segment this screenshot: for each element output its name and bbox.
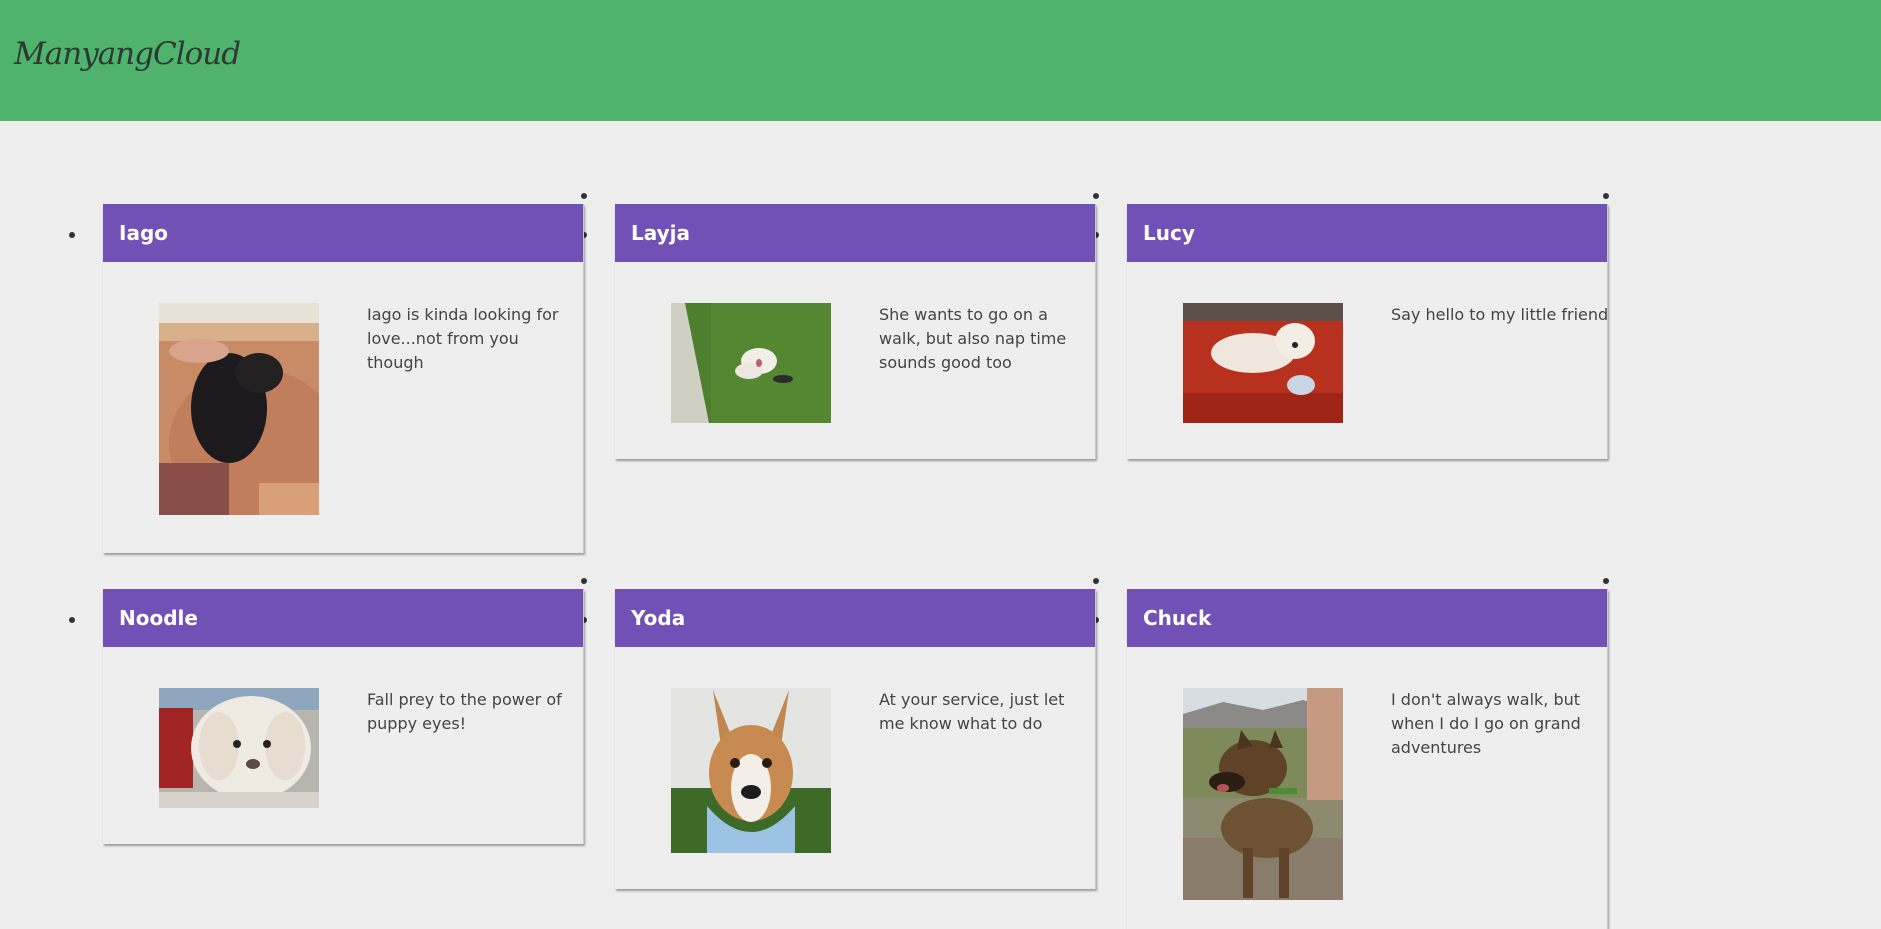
pet-card[interactable]: Chuck I don't always walk, but when I do… — [1127, 589, 1608, 929]
pet-name: Lucy — [1127, 204, 1607, 262]
pet-card[interactable]: Yoda At your service, just let me know w… — [615, 589, 1096, 889]
pet-card[interactable]: Iago Iago is kinda looking for love...no… — [103, 204, 584, 553]
list-bullet — [1093, 578, 1099, 584]
pet-card[interactable]: Lucy Say hello to my little friend — [1127, 204, 1608, 459]
pet-card[interactable]: Layja She wants to go on a walk, but als… — [615, 204, 1096, 459]
pet-description: Iago is kinda looking for love...not fro… — [367, 305, 559, 372]
list-bullet — [1603, 578, 1609, 584]
pet-name: Layja — [615, 204, 1095, 262]
pet-description: She wants to go on a walk, but also nap … — [879, 305, 1067, 372]
white-dog-on-red-rug-photo — [1183, 303, 1343, 423]
german-shepherd-outdoors-photo — [1183, 688, 1343, 900]
fluffy-white-dog-photo — [159, 688, 319, 808]
list-bullet — [1603, 193, 1609, 199]
pet-description: At your service, just let me know what t… — [879, 690, 1065, 733]
pet-name: Iago — [103, 204, 583, 262]
pet-name: Chuck — [1127, 589, 1607, 647]
pet-description: Say hello to my little friend — [1391, 305, 1609, 324]
pet-description: Fall prey to the power of puppy eyes! — [367, 690, 562, 733]
pet-card[interactable]: Noodle Fall prey to the power of puppy e… — [103, 589, 584, 844]
brand-logo[interactable]: ManyangCloud — [14, 36, 241, 72]
dog-with-blue-bandana-photo — [671, 688, 831, 853]
list-bullet — [581, 578, 587, 584]
pet-description: I don't always walk, but when I do I go … — [1391, 690, 1581, 757]
black-puppy-photo — [159, 303, 319, 515]
list-bullet — [69, 617, 75, 623]
pet-name: Yoda — [615, 589, 1095, 647]
site-header: ManyangCloud — [0, 0, 1881, 121]
white-dog-on-grass-photo — [671, 303, 831, 423]
pet-name: Noodle — [103, 589, 583, 647]
list-bullet — [69, 232, 75, 238]
list-bullet — [1093, 193, 1099, 199]
list-bullet — [581, 193, 587, 199]
